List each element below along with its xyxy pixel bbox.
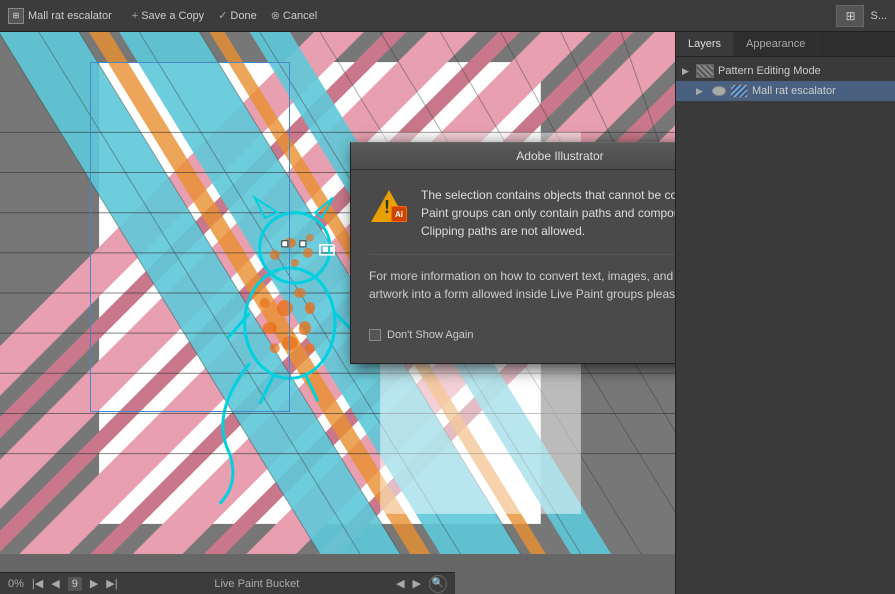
dont-show-row[interactable]: Don't Show Again <box>369 329 474 341</box>
save-copy-label: Save a Copy <box>141 10 204 22</box>
done-label: Done <box>230 10 256 22</box>
dont-show-checkbox[interactable] <box>369 329 381 341</box>
zoom-level: 0% <box>8 578 24 590</box>
panel-content: ▶ Pattern Editing Mode ▶ Mall rat escala… <box>676 57 895 594</box>
grid-icon: ⊞ <box>845 9 855 23</box>
plus-icon: + <box>132 10 138 22</box>
tab-layers[interactable]: Layers <box>676 32 734 56</box>
nav-prev-prev[interactable]: |◀ <box>32 577 43 590</box>
tool-name: Live Paint Bucket <box>126 578 388 590</box>
layer-expand-icon-2: ▶ <box>696 86 706 97</box>
ai-badge: Ai <box>391 206 407 222</box>
dialog-primary-text: The selection contains objects that cann… <box>421 186 675 240</box>
tab-appearance-label: Appearance <box>746 38 805 50</box>
layer-visibility-eye[interactable] <box>712 86 726 96</box>
dialog: Adobe Illustrator Ai The selection conta… <box>350 142 675 364</box>
grid-view-button[interactable]: ⊞ <box>836 5 864 27</box>
warning-icon: Ai <box>369 186 409 226</box>
layer-name-pattern: Pattern Editing Mode <box>718 65 889 77</box>
page-number[interactable]: 9 <box>68 577 82 591</box>
dialog-body: Ai The selection contains objects that c… <box>351 170 675 363</box>
dialog-titlebar: Adobe Illustrator <box>351 143 675 170</box>
dialog-secondary-text: For more information on how to convert t… <box>369 267 675 303</box>
status-bar: 0% |◀ ◀ 9 ▶ ▶| Live Paint Bucket ◀ ▶ 🔍 <box>0 572 455 594</box>
dialog-footer: Don't Show Again OK <box>369 319 675 347</box>
doc-name-area: ⊞ Mall rat escalator <box>8 8 112 24</box>
layer-expand-icon: ▶ <box>682 66 692 77</box>
s-label: S... <box>870 10 887 22</box>
arrow-left-status[interactable]: ◀ <box>396 577 404 590</box>
dialog-title: Adobe Illustrator <box>516 149 603 163</box>
cancel-label: Cancel <box>283 10 317 22</box>
right-panel: Layers Appearance ▶ Pattern Editing Mode… <box>675 32 895 594</box>
panel-tabs: Layers Appearance <box>676 32 895 57</box>
layer-thumbnail-pattern <box>696 64 714 78</box>
canvas-area[interactable]: 0% |◀ ◀ 9 ▶ ▶| Live Paint Bucket ◀ ▶ 🔍 A… <box>0 32 675 594</box>
doc-icon-label: ⊞ <box>13 11 20 20</box>
nav-next-next[interactable]: ▶| <box>106 577 117 590</box>
save-copy-button[interactable]: + Save a Copy <box>132 10 204 22</box>
tab-appearance[interactable]: Appearance <box>734 32 818 56</box>
dialog-message-row: Ai The selection contains objects that c… <box>369 186 675 240</box>
layer-row-pattern[interactable]: ▶ Pattern Editing Mode <box>676 61 895 81</box>
toolbar-actions: + Save a Copy ✓ Done ⊗ Cancel <box>132 9 317 22</box>
arrow-right-status[interactable]: ▶ <box>413 577 421 590</box>
check-icon: ✓ <box>218 9 227 22</box>
dont-show-label: Don't Show Again <box>387 329 474 341</box>
top-right-controls: ⊞ S... <box>836 5 887 27</box>
layer-thumbnail-mall-rat <box>730 84 748 98</box>
layer-name-mall-rat: Mall rat escalator <box>752 85 889 97</box>
cancel-button[interactable]: ⊗ Cancel <box>271 9 317 22</box>
nav-next[interactable]: ▶ <box>90 577 98 590</box>
done-button[interactable]: ✓ Done <box>218 9 257 22</box>
top-toolbar: ⊞ Mall rat escalator + Save a Copy ✓ Don… <box>0 0 895 32</box>
dialog-divider <box>369 254 675 255</box>
search-button[interactable]: 🔍 <box>429 575 447 593</box>
main-area: 0% |◀ ◀ 9 ▶ ▶| Live Paint Bucket ◀ ▶ 🔍 A… <box>0 32 895 594</box>
doc-name-label: Mall rat escalator <box>28 10 112 22</box>
layer-row-mall-rat[interactable]: ▶ Mall rat escalator <box>676 81 895 101</box>
doc-icon: ⊞ <box>8 8 24 24</box>
tab-layers-label: Layers <box>688 38 721 50</box>
cancel-icon: ⊗ <box>271 9 280 22</box>
nav-prev[interactable]: ◀ <box>51 577 59 590</box>
